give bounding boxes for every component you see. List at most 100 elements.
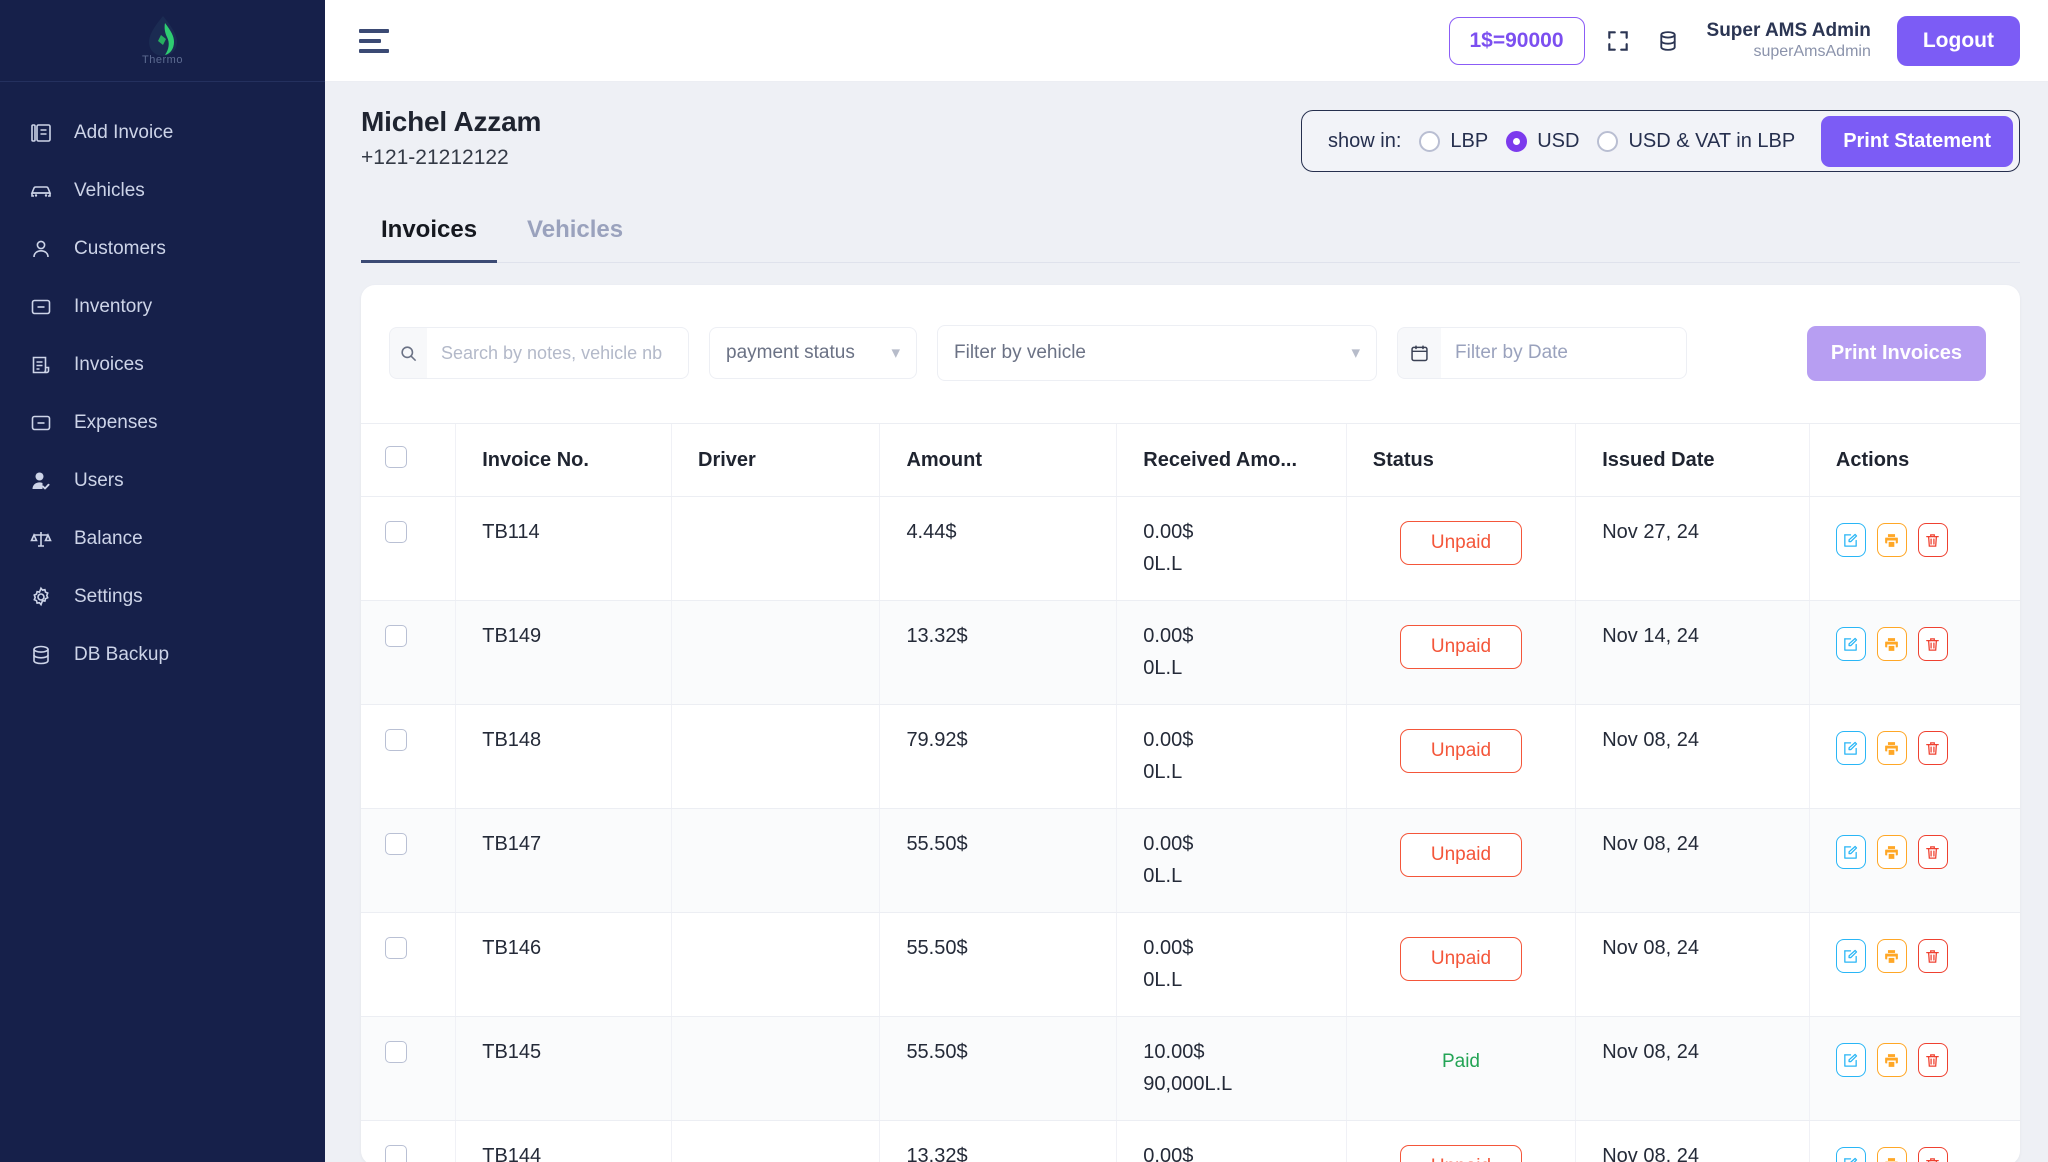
received-lbp: 0L.L [1143, 865, 1183, 887]
search-input[interactable] [427, 327, 689, 379]
sidebar-item-invoices[interactable]: Invoices [0, 336, 325, 394]
date-filter-input[interactable] [1441, 327, 1687, 379]
cell-actions [1809, 912, 2020, 1017]
delete-icon[interactable] [1917, 731, 1948, 765]
row-checkbox[interactable] [385, 729, 407, 751]
radio-label-lbp: LBP [1450, 129, 1489, 152]
print-icon[interactable] [1876, 1147, 1907, 1162]
cell-amount: 13.32$ [879, 1120, 1118, 1162]
sidebar-item-vehicles[interactable]: Vehicles [0, 162, 325, 220]
sidebar-item-settings[interactable]: Settings [0, 568, 325, 626]
status-badge-unpaid[interactable]: Unpaid [1399, 625, 1523, 669]
delete-icon[interactable] [1917, 939, 1948, 973]
logout-button[interactable]: Logout [1896, 15, 2020, 66]
radio-option-lbp[interactable]: LBP [1419, 130, 1488, 153]
cell-status: Paid [1346, 1016, 1577, 1121]
cell-issued-date: Nov 08, 24 [1575, 1016, 1810, 1121]
edit-icon[interactable] [1835, 627, 1866, 661]
sidebar-item-label: Balance [74, 528, 143, 549]
radio-label-usd: USD [1537, 129, 1580, 152]
row-checkbox[interactable] [385, 521, 407, 543]
print-icon[interactable] [1876, 731, 1907, 765]
row-actions [1835, 1145, 2020, 1162]
user-check-icon [28, 468, 54, 494]
row-checkbox[interactable] [385, 625, 407, 647]
received-usd: 0.00$ [1143, 1145, 1194, 1162]
edit-icon[interactable] [1835, 1147, 1866, 1162]
received-lbp: 0L.L [1143, 969, 1183, 991]
delete-icon[interactable] [1917, 627, 1948, 661]
page-content: Michel Azzam +121-21212122 show in: LBP … [325, 82, 2048, 1162]
edit-icon[interactable] [1835, 1043, 1866, 1077]
delete-icon[interactable] [1917, 835, 1948, 869]
print-icon[interactable] [1876, 835, 1907, 869]
radio-lbp[interactable] [1419, 130, 1441, 152]
edit-icon[interactable] [1835, 523, 1866, 557]
cell-actions [1809, 704, 2020, 809]
vehicle-filter-select[interactable]: Filter by vehicle ▾ [937, 325, 1377, 381]
radio-option-usd[interactable]: USD [1506, 130, 1579, 153]
status-badge-unpaid[interactable]: Unpaid [1399, 521, 1523, 565]
user-name: Super AMS Admin [1706, 19, 1871, 41]
cell-driver [671, 808, 881, 913]
sidebar-item-expenses[interactable]: Expenses [0, 394, 325, 452]
cell-issued-date: Nov 08, 24 [1575, 808, 1810, 913]
print-icon[interactable] [1876, 523, 1907, 557]
payment-status-select[interactable]: payment status ▾ [709, 327, 917, 379]
exchange-rate-button[interactable]: 1$=90000 [1448, 16, 1585, 65]
print-icon[interactable] [1876, 939, 1907, 973]
received-lbp: 90,000L.L [1143, 1073, 1233, 1095]
delete-icon[interactable] [1917, 1147, 1948, 1162]
print-icon[interactable] [1876, 627, 1907, 661]
status-badge-unpaid[interactable]: Unpaid [1399, 833, 1523, 877]
select-all-checkbox[interactable] [385, 446, 407, 468]
sidebar-item-customers[interactable]: Customers [0, 220, 325, 278]
cell-invoice-no: TB148 [455, 704, 673, 809]
fullscreen-icon[interactable] [1601, 24, 1635, 58]
vehicle-filter-value: Filter by vehicle [954, 342, 1086, 363]
status-badge-unpaid[interactable]: Unpaid [1399, 1145, 1523, 1162]
print-statement-button[interactable]: Print Statement [1821, 115, 2013, 167]
tab-bar: Invoices Vehicles [361, 206, 2020, 263]
status-badge-unpaid[interactable]: Unpaid [1399, 937, 1523, 981]
tab-vehicles[interactable]: Vehicles [507, 206, 643, 263]
hamburger-icon[interactable] [359, 28, 393, 53]
search-icon [389, 327, 427, 379]
delete-icon[interactable] [1917, 1043, 1948, 1077]
row-checkbox[interactable] [385, 937, 407, 959]
delete-icon[interactable] [1917, 523, 1948, 557]
edit-icon[interactable] [1835, 835, 1866, 869]
radio-usd-vat-lbp[interactable] [1597, 130, 1619, 152]
col-amount: Amount [879, 424, 1118, 497]
tab-invoices[interactable]: Invoices [361, 206, 498, 263]
database-icon[interactable] [1651, 24, 1685, 58]
cell-status: Unpaid [1346, 808, 1577, 913]
sidebar-item-db-backup[interactable]: DB Backup [0, 626, 325, 684]
user-info[interactable]: Super AMS Admin superAmsAdmin [1707, 20, 1871, 62]
filter-bar: payment status ▾ Filter by vehicle ▾ [361, 285, 2020, 381]
row-checkbox[interactable] [385, 833, 407, 855]
received-usd: 0.00$ [1143, 833, 1194, 855]
col-issued-date: Issued Date [1575, 424, 1810, 497]
sidebar-item-balance[interactable]: Balance [0, 510, 325, 568]
print-icon[interactable] [1876, 1043, 1907, 1077]
calendar-icon [1397, 327, 1441, 379]
sidebar-item-label: Customers [74, 238, 166, 259]
cell-status: Unpaid [1346, 496, 1577, 601]
table-row: TB145 55.50$ 10.00$ 90,000L.L Paid Nov 08, 24 [361, 1016, 2020, 1121]
radio-usd[interactable] [1506, 130, 1528, 152]
row-checkbox[interactable] [385, 1145, 407, 1162]
col-received-amount: Received Amo... [1116, 424, 1347, 497]
sidebar-item-add-invoice[interactable]: Add Invoice [0, 104, 325, 162]
app-logo[interactable]: Thermo [0, 0, 325, 82]
sidebar-item-label: Vehicles [74, 180, 145, 201]
print-invoices-button[interactable]: Print Invoices [1806, 325, 1986, 381]
radio-option-usd-vat-lbp[interactable]: USD & VAT in LBP [1597, 130, 1795, 153]
table-row: TB114 4.44$ 0.00$ 0L.L Unpaid Nov 27, 24 [361, 496, 2020, 601]
edit-icon[interactable] [1835, 731, 1866, 765]
row-checkbox[interactable] [385, 1041, 407, 1063]
sidebar-item-inventory[interactable]: Inventory [0, 278, 325, 336]
sidebar-item-users[interactable]: Users [0, 452, 325, 510]
status-badge-unpaid[interactable]: Unpaid [1399, 729, 1523, 773]
edit-icon[interactable] [1835, 939, 1866, 973]
